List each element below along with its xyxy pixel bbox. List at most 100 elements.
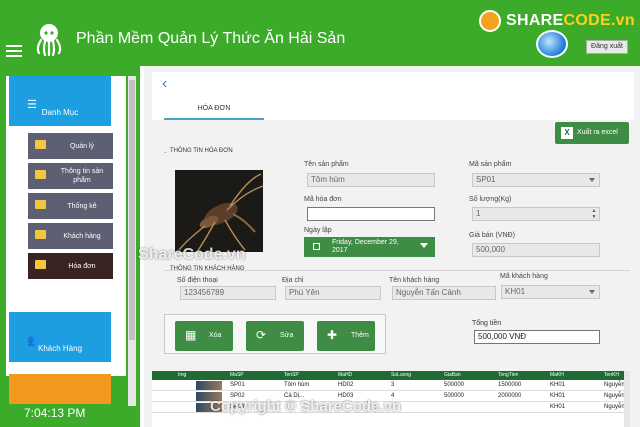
sidebar-panel: ☰ Danh Mục Quản lý Thông tin sản phẩm Th… xyxy=(6,76,126,404)
customer-code-select[interactable]: KH01 xyxy=(501,285,600,299)
delete-button[interactable]: ▦ Xóa xyxy=(175,321,233,351)
sidebar-item-khach-hang[interactable]: Khách hàng xyxy=(28,223,113,249)
app-title: Phần Mềm Quản Lý Thức Ăn Hải Sản xyxy=(76,30,346,47)
price-field[interactable]: 500,000 xyxy=(472,243,600,257)
sidebar-item-label: Thống kê xyxy=(67,202,97,210)
tab-hoa-don[interactable]: HÓA ĐƠN xyxy=(164,102,264,120)
table-header: Img MaSP TenSP MaHD SoLuong GiaBan TongT… xyxy=(152,371,630,380)
column-header[interactable]: MaHD xyxy=(338,371,352,380)
chevron-down-icon xyxy=(589,290,595,294)
brand-left: SHARE xyxy=(506,12,564,29)
divider xyxy=(164,270,630,271)
phone-field[interactable]: 123456789 xyxy=(180,286,276,300)
invoice-group-title: THÔNG TIN HÓA ĐƠN xyxy=(170,148,233,154)
hamburger-menu-icon[interactable] xyxy=(6,45,22,59)
table-cell: Tôm hùm xyxy=(284,382,310,388)
table-cell: 500000 xyxy=(444,393,465,399)
calendar-icon xyxy=(313,243,320,250)
total-field: 500,000 VNĐ xyxy=(474,330,600,344)
watermark-bottom: Copyright © ShareCode.vn xyxy=(210,398,402,415)
date-value: Friday, December 29, 2017 xyxy=(332,239,399,254)
phone-label: Số điện thoại xyxy=(177,277,218,284)
product-code-value: SP01 xyxy=(476,175,496,184)
octopus-logo-icon xyxy=(36,24,62,56)
clock: 7:04:13 PM xyxy=(24,406,86,420)
product-code-select[interactable]: SP01 xyxy=(472,173,600,187)
customer-code-value: KH01 xyxy=(505,287,526,296)
table-cell: Nguyễn xyxy=(604,404,625,410)
refresh-icon: ⟳ xyxy=(256,328,267,342)
column-header[interactable]: MaKH xyxy=(550,371,564,380)
column-header[interactable]: TenSP xyxy=(284,371,299,380)
address-field[interactable]: Phú Yên xyxy=(285,286,381,300)
customer-name-field[interactable]: Nguyễn Tấn Cảnh xyxy=(392,286,496,300)
chevron-down-icon xyxy=(420,243,428,248)
brand-right: CODE.vn xyxy=(563,12,635,29)
brand-text: SHARECODE.vn xyxy=(506,12,635,30)
sidebar-item-label: Khách hàng xyxy=(63,232,101,240)
chevron-down-icon xyxy=(589,178,595,182)
add-button[interactable]: ✚ Thêm xyxy=(317,321,375,351)
sidebar-item-label: Hóa đơn xyxy=(68,262,96,270)
product-icon xyxy=(35,170,46,179)
table-cell: Nguyễn xyxy=(604,382,625,388)
sidebar-item-label: Quản lý xyxy=(69,142,95,150)
product-photo xyxy=(175,170,263,252)
app-window: Phần Mềm Quản Lý Thức Ăn Hải Sản SHARECO… xyxy=(0,0,640,427)
sidebar-scrollbar[interactable] xyxy=(128,76,136,406)
nav-orange[interactable] xyxy=(9,374,111,404)
nav-danh-muc[interactable]: ☰ Danh Mục xyxy=(9,76,111,126)
delete-label: Xóa xyxy=(209,332,222,339)
scrollbar-thumb[interactable] xyxy=(129,80,135,340)
invoice-code-label: Mã hóa đơn xyxy=(304,196,342,203)
customer-code-label: Mã khách hàng xyxy=(500,273,548,280)
edit-button[interactable]: ⟳ Sửa xyxy=(246,321,304,351)
table-cell: 500000 xyxy=(444,382,465,388)
export-excel-button[interactable]: X Xuất ra excel xyxy=(555,122,629,144)
divider xyxy=(164,152,167,153)
product-code-label: Mã sản phẩm xyxy=(469,161,512,168)
logout-button[interactable]: Đăng xuất xyxy=(586,40,628,54)
edit-label: Sửa xyxy=(280,332,294,339)
folder-icon xyxy=(35,140,46,149)
back-arrow-icon[interactable]: ‹ xyxy=(162,75,174,93)
column-header[interactable]: GiaBan xyxy=(444,371,461,380)
table-row[interactable]: SP01 Tôm hùm HD02 3 500000 1500000 KH01 … xyxy=(152,380,630,391)
column-header[interactable]: MaSP xyxy=(230,371,244,380)
sidebar-item-hoa-don[interactable]: Hóa đơn xyxy=(28,253,113,279)
table-cell: KH01 xyxy=(550,393,566,399)
invoice-code-field[interactable] xyxy=(307,207,435,221)
column-header[interactable]: Img xyxy=(178,371,186,380)
date-label: Ngày lập xyxy=(304,227,332,234)
nav-khach-hang-label: Khách Hàng xyxy=(37,344,83,353)
sidebar-item-thong-ke[interactable]: Thống kê xyxy=(28,193,113,219)
quantity-value: 1 xyxy=(476,209,481,218)
add-icon: ✚ xyxy=(327,328,338,342)
sidebar-item-quan-ly[interactable]: Quản lý xyxy=(28,133,113,159)
row-thumbnail xyxy=(196,381,222,390)
watermark-center: ShareCode.vn xyxy=(138,246,246,263)
globe-icon xyxy=(536,30,568,58)
table-cell: 2000000 xyxy=(498,393,522,399)
sidebar-item-thong-tin-san-pham[interactable]: Thông tin sản phẩm xyxy=(28,163,113,189)
product-name-label: Tên sản phẩm xyxy=(304,161,349,168)
quantity-stepper[interactable]: 1 ▲ ▼ xyxy=(472,207,600,221)
table-cell: 1500000 xyxy=(498,382,522,388)
stepper-arrows-icon[interactable]: ▲ ▼ xyxy=(590,208,598,220)
column-header[interactable]: TenKH xyxy=(604,371,619,380)
nav-khach-hang[interactable]: 👥 Khách Hàng xyxy=(9,312,111,362)
nav-danh-muc-label: Danh Mục xyxy=(41,108,79,117)
column-header[interactable]: TongTien xyxy=(498,371,518,380)
invoice-icon xyxy=(35,260,46,269)
table-scrollbar[interactable] xyxy=(624,371,630,427)
date-picker[interactable]: Friday, December 29, 2017 xyxy=(304,237,435,257)
price-label: Giá bán (VNĐ) xyxy=(469,232,515,239)
chart-icon xyxy=(35,200,46,209)
add-label: Thêm xyxy=(351,332,369,339)
table-cell: Nguyễn xyxy=(604,393,625,399)
customer-name-label: Tên khách hàng xyxy=(389,277,440,284)
product-name-field[interactable]: Tôm hùm xyxy=(307,173,435,187)
column-header[interactable]: SoLuong xyxy=(391,371,411,380)
total-label: Tổng tiền xyxy=(472,320,502,327)
delete-icon: ▦ xyxy=(185,328,197,342)
